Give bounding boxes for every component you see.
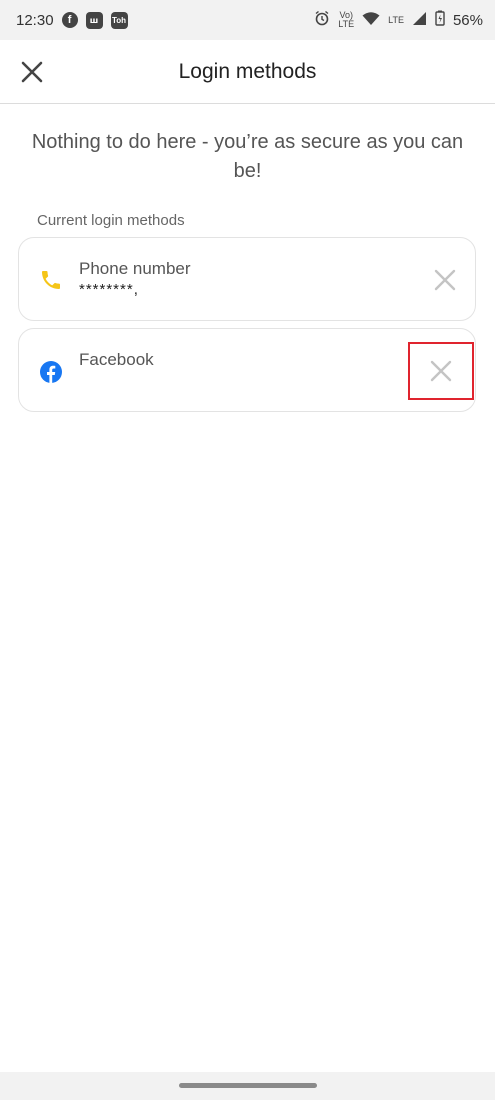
secure-message: Nothing to do here - you’re as secure as… xyxy=(31,131,464,182)
status-bar: 12:30 f ꟺ Toh Vo) LTE LTE 56% xyxy=(0,0,495,40)
page-title: Login methods xyxy=(178,60,317,83)
alarm-icon xyxy=(314,10,330,30)
section-label: Current login methods xyxy=(37,212,185,229)
facebook-notification-icon: f xyxy=(61,12,78,28)
login-method-title: Phone number xyxy=(79,259,191,278)
app-bar: Login methods xyxy=(0,40,495,104)
app-notification-icon-2: Toh xyxy=(110,11,128,29)
lte-indicator: LTE xyxy=(388,14,404,25)
status-bar-right: Vo) LTE LTE 56% xyxy=(314,10,483,30)
login-method-phone: Phone number ********, xyxy=(18,237,476,321)
remove-icon xyxy=(430,360,452,382)
volte-indicator: Vo) LTE xyxy=(338,10,355,29)
remove-phone-button[interactable] xyxy=(412,251,478,309)
phone-icon xyxy=(39,268,63,292)
remove-facebook-button[interactable] xyxy=(408,342,474,400)
login-method-title: Facebook xyxy=(79,350,154,369)
battery-icon xyxy=(435,10,445,30)
status-time: 12:30 xyxy=(16,11,54,29)
login-method-facebook: Facebook xyxy=(18,328,476,412)
signal-icon xyxy=(412,11,427,30)
status-bar-left: 12:30 f ꟺ Toh xyxy=(16,11,128,29)
battery-percent: 56% xyxy=(452,11,483,29)
wifi-icon xyxy=(362,11,380,30)
navigation-bar xyxy=(0,1072,495,1100)
remove-icon xyxy=(434,269,456,291)
home-gesture-handle[interactable] xyxy=(179,1083,317,1088)
facebook-icon xyxy=(39,360,63,384)
login-method-value: ********, xyxy=(79,281,139,298)
app-notification-icon: ꟺ xyxy=(85,11,103,29)
